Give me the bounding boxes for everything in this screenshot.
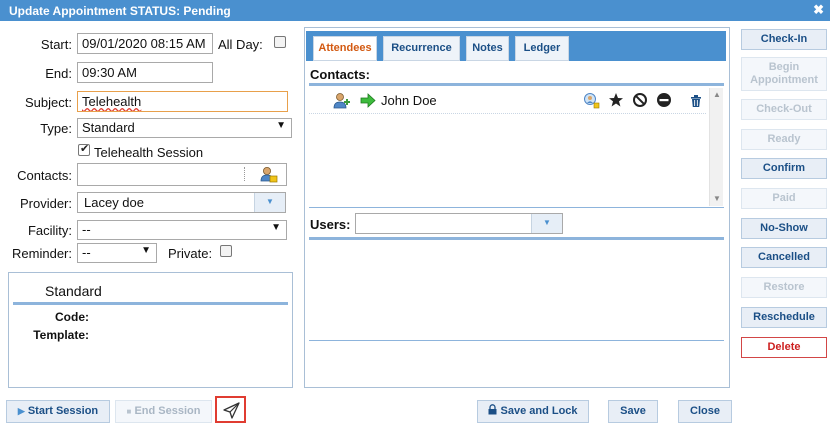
arrow-right-icon[interactable] [360, 93, 376, 108]
chevron-down-icon: ▼ [271, 222, 281, 233]
checkout-button[interactable]: Check-Out [741, 99, 827, 120]
end-session-button[interactable]: ■ End Session [115, 400, 212, 423]
person-search-icon[interactable] [583, 92, 600, 109]
type-label: Type: [40, 121, 72, 136]
remove-circle-icon[interactable] [656, 92, 672, 108]
cancelled-button[interactable]: Cancelled [741, 247, 827, 268]
block-icon[interactable] [632, 92, 648, 108]
end-session-label: End Session [134, 405, 201, 417]
contacts-input[interactable] [77, 163, 287, 186]
start-label: Start: [40, 37, 72, 52]
facility-label: Facility: [27, 223, 72, 238]
begin-appointment-button[interactable]: Begin Appointment [741, 57, 827, 91]
users-combo[interactable] [355, 213, 563, 234]
reminder-label: Reminder: [12, 246, 72, 261]
dialog-title: Update Appointment STATUS: Pending [9, 4, 231, 18]
add-person-icon[interactable] [333, 92, 351, 110]
end-label: End: [45, 66, 72, 81]
start-datetime-input[interactable]: 09/01/2020 08:15 AM [77, 33, 213, 54]
restore-button[interactable]: Restore [741, 277, 827, 298]
save-button[interactable]: Save [608, 400, 658, 423]
tab-attendees[interactable]: Attendees [313, 36, 377, 61]
star-icon[interactable] [608, 92, 624, 108]
allday-label: All Day: [218, 37, 263, 52]
checkin-button[interactable]: Check-In [741, 29, 827, 50]
contact-list: John Doe ▲ ▼ [309, 88, 723, 206]
type-select[interactable]: Standard ▼ [77, 118, 292, 138]
ready-button[interactable]: Ready [741, 129, 827, 150]
lock-icon [488, 404, 497, 415]
close-button[interactable]: Close [678, 400, 732, 423]
subject-input[interactable]: Telehealth [77, 91, 288, 112]
type-info-panel: Standard Code: Template: [8, 272, 293, 388]
chevron-down-icon: ▼ [276, 120, 286, 131]
chevron-down-icon: ▼ [141, 245, 151, 256]
contact-list-scrollbar[interactable]: ▲ ▼ [709, 88, 723, 206]
users-label: Users: [310, 217, 351, 232]
start-session-button[interactable]: ▶ Start Session [6, 400, 110, 423]
private-label: Private: [168, 246, 213, 261]
telehealth-checkbox[interactable] [78, 142, 90, 156]
send-button[interactable] [215, 396, 246, 423]
scroll-down-icon[interactable]: ▼ [713, 194, 721, 203]
contact-list-rule [309, 207, 724, 208]
contacts-divider [244, 167, 245, 181]
dialog-titlebar: Update Appointment STATUS: Pending ✖ [0, 0, 830, 21]
subject-label: Subject: [25, 95, 72, 110]
contacts-rule [309, 83, 724, 86]
contact-name: John Doe [381, 93, 437, 108]
facility-select[interactable]: -- ▼ [77, 220, 287, 240]
subject-value: Telehealth [82, 94, 142, 109]
paid-button[interactable]: Paid [741, 188, 827, 209]
scroll-up-icon[interactable]: ▲ [713, 90, 721, 99]
tab-ledger[interactable]: Ledger [515, 36, 569, 61]
allday-checkbox[interactable] [274, 36, 286, 48]
contacts-label: Contacts: [17, 168, 72, 183]
code-label: Code: [55, 310, 89, 324]
begin-appointment-line1: Begin [768, 61, 800, 73]
users-dropdown-button[interactable] [531, 214, 562, 233]
end-time-input[interactable]: 09:30 AM [77, 62, 213, 83]
noshow-button[interactable]: No-Show [741, 218, 827, 239]
tab-recurrence[interactable]: Recurrence [383, 36, 460, 61]
trash-icon[interactable] [689, 94, 703, 108]
save-and-lock-label: Save and Lock [500, 405, 578, 417]
begin-appointment-line2: Appointment [750, 74, 818, 86]
delete-button[interactable]: Delete [741, 337, 827, 358]
contacts-heading: Contacts: [310, 67, 370, 82]
add-contact-icon[interactable] [260, 166, 278, 183]
users-rule [309, 237, 724, 240]
type-select-value: Standard [82, 120, 135, 135]
confirm-button[interactable]: Confirm [741, 158, 827, 179]
type-info-heading: Standard [45, 283, 102, 299]
provider-label: Provider: [19, 196, 72, 211]
list-item[interactable]: John Doe [309, 88, 706, 114]
play-icon: ▶ [17, 406, 25, 416]
reminder-select-value: -- [82, 245, 91, 260]
users-list-rule [309, 340, 724, 341]
provider-value: Lacey doe [84, 195, 144, 210]
start-session-label: Start Session [27, 405, 99, 417]
provider-dropdown-button[interactable] [254, 193, 285, 212]
paper-plane-icon [223, 402, 240, 419]
tab-notes[interactable]: Notes [466, 36, 509, 61]
reminder-select[interactable]: -- ▼ [77, 243, 157, 263]
tab-bar: Attendees Recurrence Notes Ledger [306, 31, 726, 61]
facility-select-value: -- [82, 222, 91, 237]
stop-icon: ■ [126, 407, 132, 416]
telehealth-label: Telehealth Session [94, 145, 204, 160]
type-info-rule [13, 302, 288, 305]
close-icon[interactable]: ✖ [813, 2, 824, 18]
provider-combo[interactable]: Lacey doe [77, 192, 286, 213]
private-checkbox[interactable] [220, 245, 232, 257]
reschedule-button[interactable]: Reschedule [741, 307, 827, 328]
template-label: Template: [33, 328, 89, 342]
save-and-lock-button[interactable]: Save and Lock [477, 400, 589, 423]
